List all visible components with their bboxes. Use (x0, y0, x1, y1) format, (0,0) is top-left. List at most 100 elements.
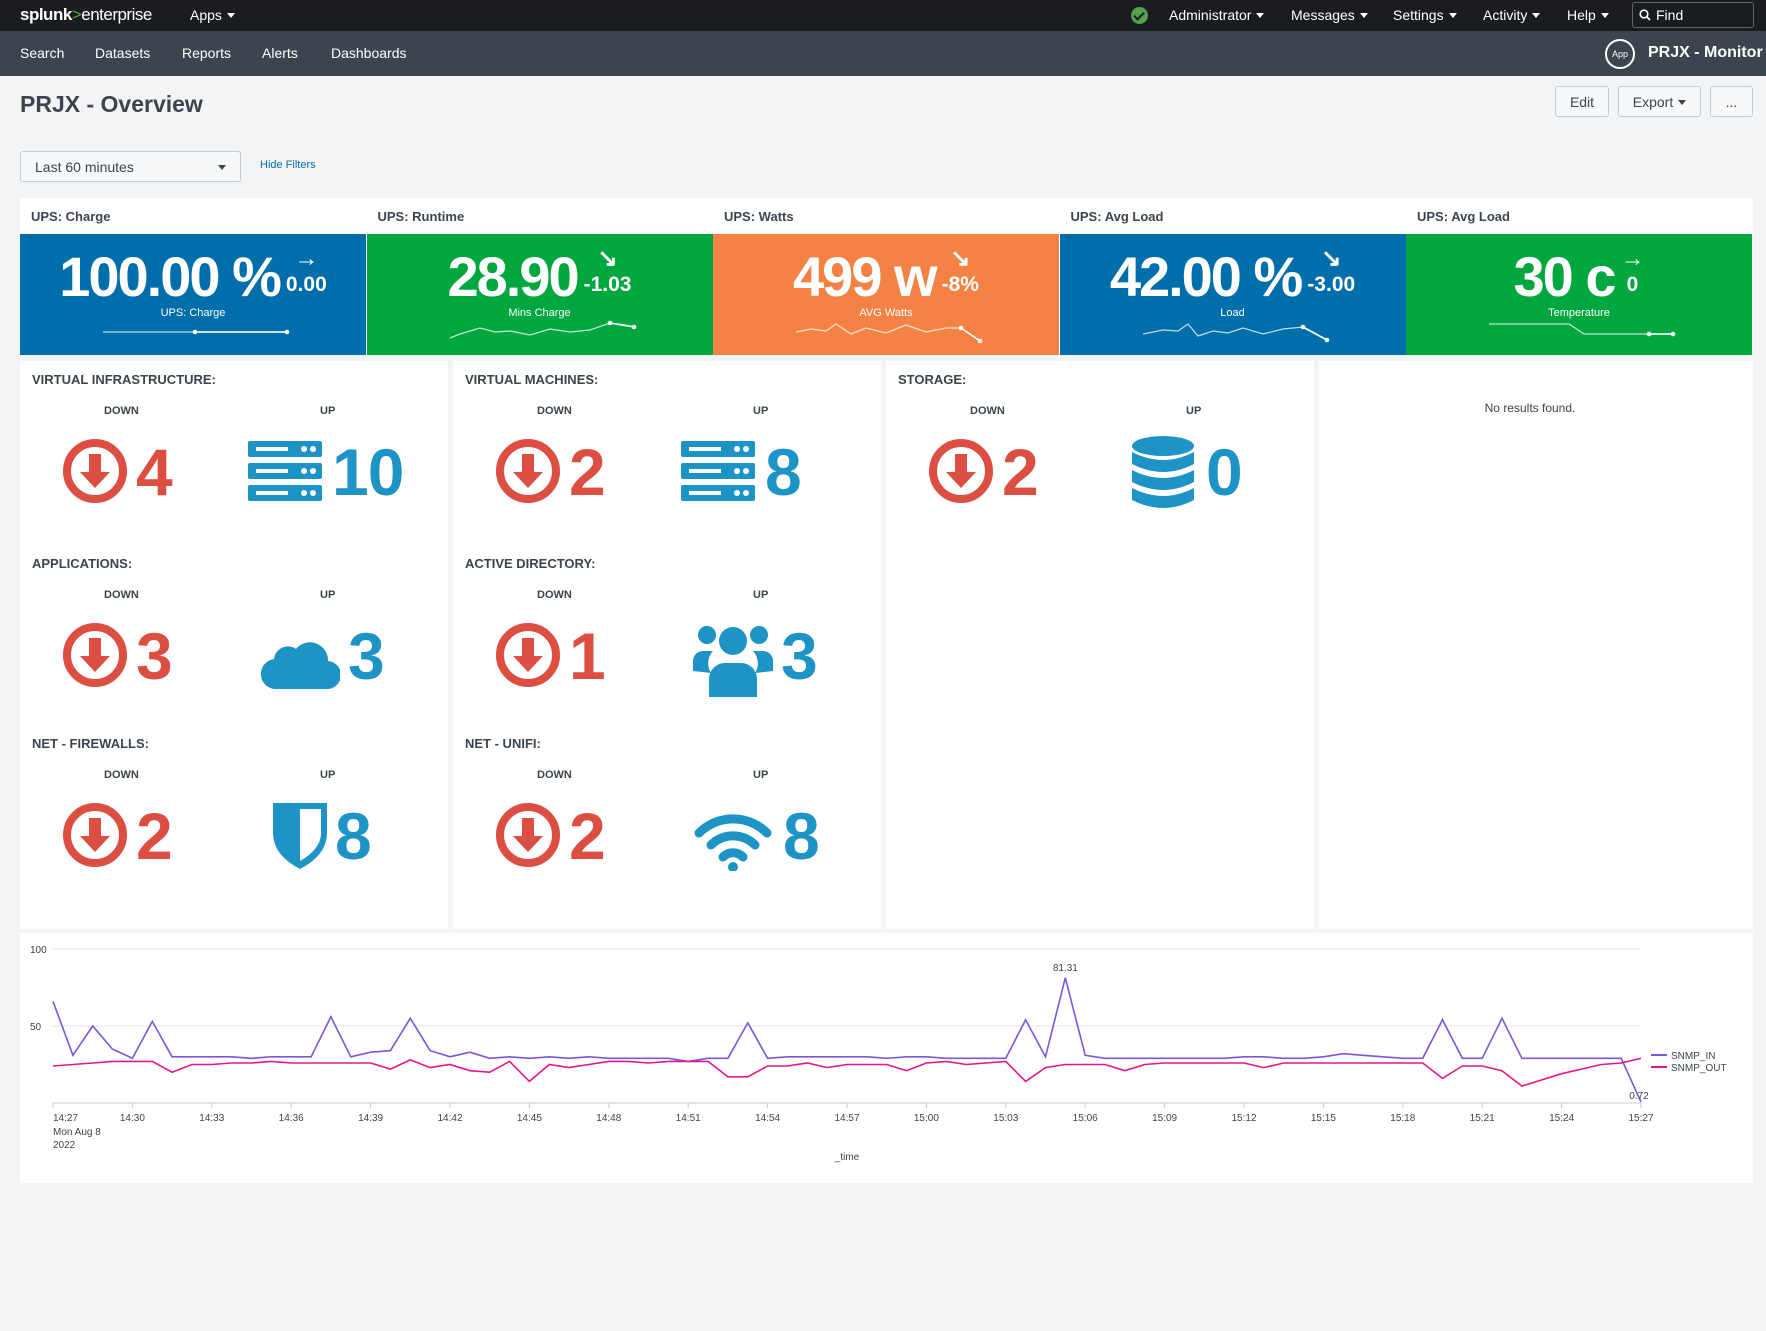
ups-value-row: 30 c → 0 (1406, 244, 1752, 309)
sparkline (1142, 323, 1329, 343)
down-count: 3 (136, 619, 173, 693)
arrow-right-icon: → (1620, 245, 1645, 272)
find-input[interactable]: Find (1632, 2, 1754, 28)
up-label: UP (320, 769, 336, 781)
apps-menu[interactable]: Apps (190, 7, 235, 23)
export-button[interactable]: Export (1618, 86, 1701, 117)
ups-tile-1[interactable]: UPS: Charge 100.00 % → 0.00 UPS: Charge (20, 198, 366, 355)
up-label: UP (753, 589, 769, 601)
legend-label[interactable]: SNMP_IN (1671, 1051, 1715, 1062)
x-tick-label: 14:45 (517, 1113, 542, 1124)
down-count: 2 (569, 799, 606, 873)
settings-menu-label: Settings (1393, 7, 1444, 23)
ups-trend: ↘ -3.00 (1307, 245, 1355, 296)
arrow-circle-down-icon (495, 438, 561, 509)
ups-tile-title: UPS: Avg Load (1406, 198, 1752, 234)
x-tick-label: 15:03 (993, 1113, 1018, 1124)
snmp-chart-panel: 100 50 14:27 14:30 14:33 14:36 14:39 14:42 14:45… (20, 933, 1753, 1183)
nav-search[interactable]: Search (20, 45, 64, 61)
arrow-down-right-icon: ↘ (597, 245, 618, 272)
activity-menu[interactable]: Activity (1483, 7, 1541, 23)
arrow-right-icon: → (294, 245, 319, 272)
ups-tile-body: 30 c → 0 Temperature (1406, 234, 1752, 355)
down-label: DOWN (537, 405, 572, 417)
ups-trend: → 0 (1620, 245, 1645, 296)
sparkline-point (1324, 337, 1329, 343)
ups-tile-4[interactable]: UPS: Avg Load 42.00 % ↘ -3.00 Load (1059, 198, 1406, 355)
up-count: 8 (765, 435, 802, 509)
splunk-logo[interactable]: splunk>enterprise (20, 5, 152, 25)
no-results-message: No results found. (1484, 401, 1576, 415)
server-icon (681, 441, 755, 506)
administrator-menu[interactable]: Administrator (1169, 7, 1265, 23)
status-panel-virtual-machines: VIRTUAL MACHINES: DOWN UP 2 8 (453, 361, 881, 541)
ups-trend: ↘ -1.03 (583, 245, 632, 296)
down-count: 2 (569, 435, 606, 509)
ups-value: 30 c (1513, 245, 1617, 308)
chevron-down-icon (1600, 13, 1609, 18)
ups-value: 499 w (793, 245, 938, 308)
page-title: PRJX - Overview (20, 91, 203, 117)
x-tick-label: 14:30 (120, 1113, 145, 1124)
sparkline-point (607, 320, 612, 326)
nav-datasets[interactable]: Datasets (95, 45, 150, 61)
series-line-snmp-in[interactable] (52, 977, 1642, 1103)
ups-tile-2[interactable]: UPS: Runtime 28.90 ↘ -1.03 Mins Charge (366, 198, 713, 355)
nav-alerts[interactable]: Alerts (262, 45, 298, 61)
hide-filters-link[interactable]: Hide Filters (260, 159, 316, 171)
ups-tile-3[interactable]: UPS: Watts 499 w ↘ -8% AVG Watts (713, 198, 1059, 355)
sparkline-point (1670, 331, 1676, 337)
sparkline-point (192, 329, 198, 335)
nav-reports[interactable]: Reports (182, 45, 231, 61)
sparkline (449, 320, 636, 339)
messages-menu[interactable]: Messages (1291, 7, 1368, 23)
x-tick-label: 15:12 (1231, 1113, 1256, 1124)
shield-icon (273, 803, 327, 874)
ups-delta: -1.03 (583, 273, 632, 296)
time-range-picker[interactable]: Last 60 minutes (20, 151, 241, 182)
status-panel-title: STORAGE: (898, 372, 967, 387)
server-icon (248, 441, 322, 506)
down-count: 2 (1002, 435, 1039, 509)
series-line-snmp-out[interactable] (52, 1057, 1642, 1087)
chevron-down-icon (1678, 100, 1687, 105)
ups-tile-body: 499 w ↘ -8% AVG Watts (713, 234, 1059, 355)
chevron-down-icon (1532, 13, 1541, 18)
arrow-down-right-icon: ↘ (1321, 245, 1342, 272)
ups-delta: 0.00 (285, 273, 327, 296)
status-panel-applications: APPLICATIONS: DOWN UP 3 3 (20, 545, 448, 725)
x-tick-label: 15:27 (1628, 1113, 1653, 1124)
search-icon (1639, 9, 1651, 21)
up-label: UP (320, 405, 336, 417)
edit-button[interactable]: Edit (1555, 86, 1609, 117)
up-count: 0 (1206, 435, 1243, 509)
health-status-icon[interactable] (1131, 7, 1148, 24)
ups-value-row: 499 w ↘ -8% (713, 244, 1059, 309)
status-panel-title: ACTIVE DIRECTORY: (465, 556, 596, 571)
help-menu[interactable]: Help (1567, 7, 1609, 23)
x-tick-label: 15:21 (1470, 1113, 1495, 1124)
ups-tile-title: UPS: Avg Load (1059, 198, 1406, 234)
arrow-circle-down-icon (495, 802, 561, 873)
x-tick-label: 14:51 (676, 1113, 701, 1124)
legend-label[interactable]: SNMP_OUT (1671, 1063, 1727, 1074)
snmp-line-chart: 100 50 14:27 14:30 14:33 14:36 14:39 14:42 14:45… (30, 945, 1727, 1163)
y-tick-label: 100 (30, 945, 47, 956)
sparkline-point (1646, 331, 1652, 337)
sparkline (795, 323, 983, 344)
more-button[interactable]: ... (1710, 86, 1753, 117)
ups-tile-5[interactable]: UPS: Avg Load 30 c → 0 Temperature (1406, 198, 1753, 355)
app-badge-icon[interactable]: App (1605, 39, 1635, 69)
nav-dashboards[interactable]: Dashboards (331, 45, 407, 61)
settings-menu[interactable]: Settings (1393, 7, 1457, 23)
ups-value-row: 28.90 ↘ -1.03 (367, 244, 713, 309)
app-title[interactable]: PRJX - Monitor (1648, 44, 1763, 62)
max-value-label: 81.31 (1053, 963, 1078, 974)
ups-trend: ↘ -8% (942, 247, 979, 296)
users-icon (693, 621, 773, 702)
arrow-circle-down-icon (62, 438, 128, 509)
x-tick-label: 15:15 (1311, 1113, 1336, 1124)
ups-delta: 0 (1626, 273, 1639, 296)
help-menu-label: Help (1567, 7, 1596, 23)
chevron-down-icon (218, 165, 226, 170)
